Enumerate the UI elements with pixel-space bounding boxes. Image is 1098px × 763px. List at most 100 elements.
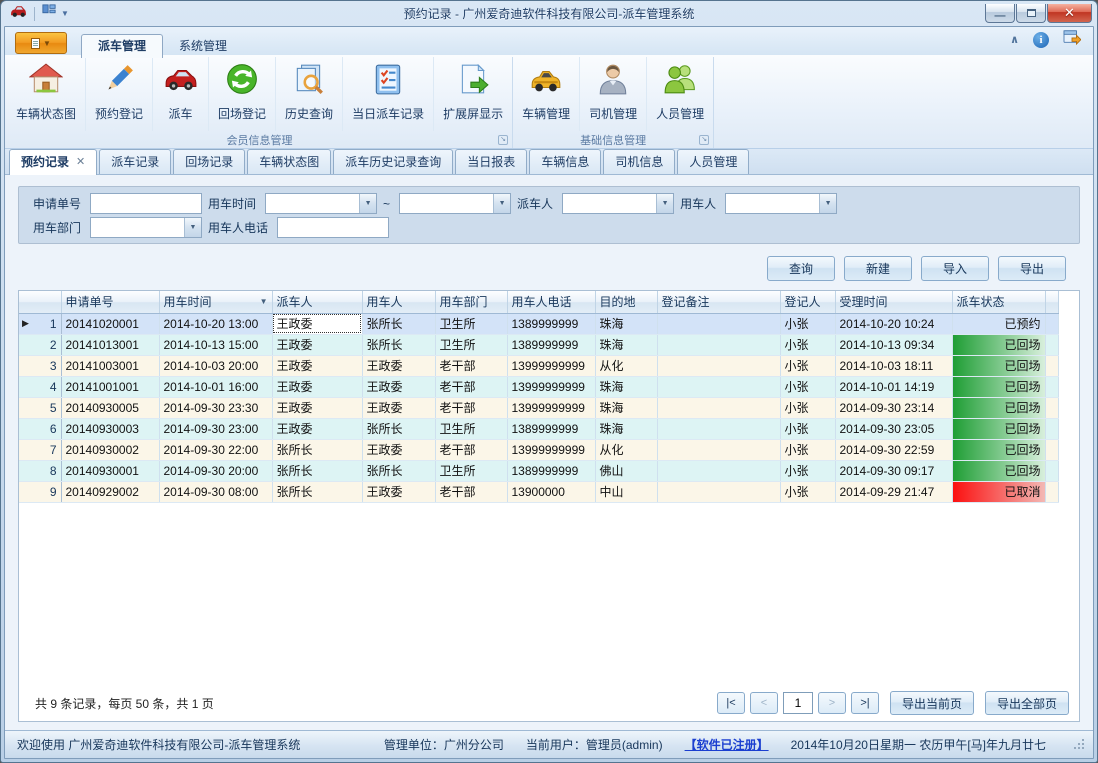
doc-tab-派车历史记录查询[interactable]: 派车历史记录查询 — [333, 149, 453, 174]
column-header-受理时间[interactable]: 受理时间 — [835, 291, 952, 313]
cell[interactable]: 2014-10-03 18:11 — [835, 355, 952, 376]
cell[interactable]: 小张 — [780, 460, 835, 481]
cell[interactable] — [657, 397, 780, 418]
cell[interactable]: 2014-09-30 22:59 — [835, 439, 952, 460]
vehicle-manage-button[interactable]: 车辆管理 — [513, 57, 580, 131]
cell[interactable]: 佛山 — [595, 460, 657, 481]
cell[interactable]: 卫生所 — [435, 334, 507, 355]
prev-page-button[interactable]: < — [750, 692, 778, 714]
cell[interactable]: 13999999999 — [507, 376, 595, 397]
cell[interactable]: 2014-09-30 23:00 — [159, 418, 272, 439]
minimize-button[interactable]: — — [985, 4, 1015, 23]
column-header-目的地[interactable]: 目的地 — [595, 291, 657, 313]
cell[interactable]: 老干部 — [435, 481, 507, 502]
cell[interactable]: 张所长 — [362, 313, 435, 334]
cell[interactable]: 张所长 — [272, 460, 362, 481]
table-row[interactable]: 4201410010012014-10-01 16:00王政委王政委老干部139… — [19, 376, 1058, 397]
next-page-button[interactable]: > — [818, 692, 846, 714]
return-register-button[interactable]: 回场登记 — [209, 57, 276, 131]
cell[interactable]: 小张 — [780, 418, 835, 439]
column-header-用车人[interactable]: 用车人 — [362, 291, 435, 313]
status-cell[interactable]: 已回场 — [952, 376, 1045, 397]
import-button[interactable]: 导入 — [921, 256, 989, 281]
column-header-用车部门[interactable]: 用车部门 — [435, 291, 507, 313]
registered-link[interactable]: 【软件已注册】 — [685, 736, 769, 753]
cell[interactable]: 20140930002 — [61, 439, 159, 460]
cell[interactable] — [657, 460, 780, 481]
cell[interactable]: 2014-10-03 20:00 — [159, 355, 272, 376]
status-cell[interactable]: 已预约 — [952, 313, 1045, 334]
current-cell[interactable]: 王政委 — [272, 313, 362, 334]
last-page-button[interactable]: >| — [851, 692, 879, 714]
column-header-派车状态[interactable]: 派车状态 — [952, 291, 1045, 313]
cell[interactable]: 小张 — [780, 397, 835, 418]
use-time-to-select[interactable]: ▼ — [399, 193, 511, 214]
cell[interactable]: 20141001001 — [61, 376, 159, 397]
status-cell[interactable]: 已回场 — [952, 334, 1045, 355]
cell[interactable]: 王政委 — [272, 355, 362, 376]
export-button[interactable]: 导出 — [998, 256, 1066, 281]
cell[interactable]: 2014-09-30 09:17 — [835, 460, 952, 481]
cell[interactable] — [657, 355, 780, 376]
cell[interactable]: 13900000 — [507, 481, 595, 502]
chevron-down-icon[interactable]: ▼ — [184, 218, 201, 237]
status-cell[interactable]: 已回场 — [952, 418, 1045, 439]
collapse-ribbon-icon[interactable]: ∧ — [1010, 33, 1019, 46]
chevron-down-icon[interactable]: ▼ — [359, 194, 376, 213]
cell[interactable]: 1389999999 — [507, 313, 595, 334]
row-number[interactable]: 3 — [19, 355, 61, 376]
dialog-launcher-icon[interactable]: ↘ — [699, 135, 709, 145]
request-no-field[interactable] — [90, 193, 202, 214]
cell[interactable] — [657, 376, 780, 397]
cell[interactable]: 20141013001 — [61, 334, 159, 355]
column-header-派车人[interactable]: 派车人 — [272, 291, 362, 313]
cell[interactable]: 2014-10-01 14:19 — [835, 376, 952, 397]
cell[interactable]: 2014-09-30 23:30 — [159, 397, 272, 418]
page-number-input[interactable] — [783, 692, 813, 714]
cell[interactable]: 20140930003 — [61, 418, 159, 439]
doc-tab-预约记录[interactable]: 预约记录✕ — [9, 149, 97, 175]
cell[interactable]: 小张 — [780, 481, 835, 502]
row-number[interactable]: 9 — [19, 481, 61, 502]
cell[interactable]: 2014-09-29 21:47 — [835, 481, 952, 502]
cell[interactable]: 卫生所 — [435, 418, 507, 439]
doc-tab-人员管理[interactable]: 人员管理 — [677, 149, 749, 174]
cell[interactable]: 卫生所 — [435, 460, 507, 481]
table-row[interactable]: 1▶201410200012014-10-20 13:00王政委张所长卫生所13… — [19, 313, 1058, 334]
column-header-申请单号[interactable]: 申请单号 — [61, 291, 159, 313]
new-button[interactable]: 新建 — [844, 256, 912, 281]
cell[interactable]: 2014-10-13 15:00 — [159, 334, 272, 355]
table-row[interactable]: 6201409300032014-09-30 23:00王政委张所长卫生所138… — [19, 418, 1058, 439]
cell[interactable]: 张所长 — [272, 481, 362, 502]
row-number[interactable]: 7 — [19, 439, 61, 460]
export-all-pages-button[interactable]: 导出全部页 — [985, 691, 1069, 715]
cell[interactable]: 王政委 — [362, 355, 435, 376]
cell[interactable]: 老干部 — [435, 355, 507, 376]
department-select[interactable]: ▼ — [90, 217, 202, 238]
ribbon-tab-派车管理[interactable]: 派车管理 — [81, 34, 163, 58]
doc-tab-车辆状态图[interactable]: 车辆状态图 — [247, 149, 331, 174]
staff-manage-button[interactable]: 人员管理 — [647, 57, 713, 131]
cell[interactable]: 王政委 — [272, 334, 362, 355]
cell[interactable]: 20141003001 — [61, 355, 159, 376]
cell[interactable]: 2014-09-30 23:05 — [835, 418, 952, 439]
extended-screen-button[interactable]: 扩展屏显示 — [434, 57, 512, 131]
cell[interactable]: 2014-09-30 22:00 — [159, 439, 272, 460]
cell[interactable]: 张所长 — [362, 334, 435, 355]
status-cell[interactable]: 已回场 — [952, 460, 1045, 481]
column-header-登记备注[interactable]: 登记备注 — [657, 291, 780, 313]
query-button[interactable]: 查询 — [767, 256, 835, 281]
doc-tab-司机信息[interactable]: 司机信息 — [603, 149, 675, 174]
table-row[interactable]: 8201409300012014-09-30 20:00张所长张所长卫生所138… — [19, 460, 1058, 481]
close-button[interactable]: ✕ — [1047, 4, 1092, 23]
cell[interactable]: 1389999999 — [507, 418, 595, 439]
cell[interactable]: 13999999999 — [507, 397, 595, 418]
cell[interactable]: 小张 — [780, 334, 835, 355]
row-number[interactable]: 5 — [19, 397, 61, 418]
cell[interactable]: 珠海 — [595, 313, 657, 334]
column-header-用车时间[interactable]: 用车时间▼ — [159, 291, 272, 313]
cell[interactable]: 20141020001 — [61, 313, 159, 334]
status-cell[interactable]: 已回场 — [952, 439, 1045, 460]
cell[interactable]: 20140930001 — [61, 460, 159, 481]
table-row[interactable]: 5201409300052014-09-30 23:30王政委王政委老干部139… — [19, 397, 1058, 418]
